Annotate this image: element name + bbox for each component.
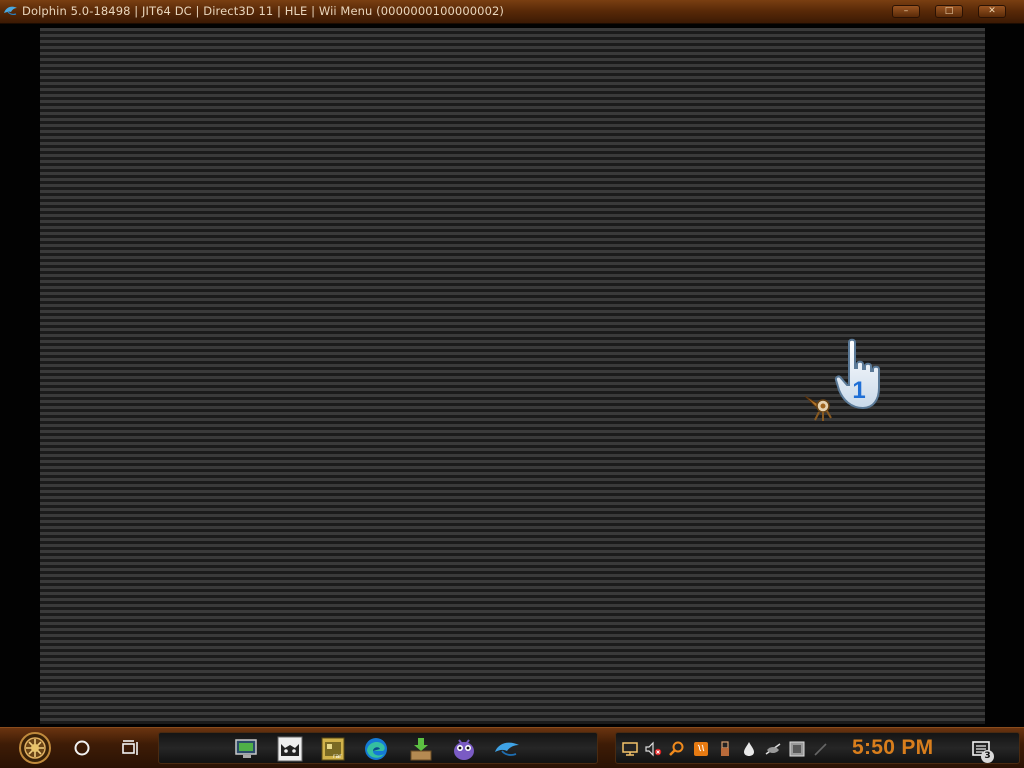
start-button[interactable]	[10, 731, 60, 765]
window-title: Dolphin 5.0-18498 | JIT64 DC | Direct3D …	[22, 4, 505, 18]
steampunk-gear-start-icon	[31, 744, 39, 752]
wii-pointer-hand-icon: 1	[834, 338, 880, 410]
pinned-apps-panel: rar	[158, 732, 598, 764]
minimize-button[interactable]: –	[892, 5, 920, 18]
winrar-app-icon[interactable]: rar	[318, 736, 348, 762]
cat-app-icon[interactable]	[275, 736, 305, 762]
minimize-icon: –	[903, 6, 909, 16]
desktop: Dolphin 5.0-18498 | JIT64 DC | Direct3D …	[0, 0, 1024, 768]
drop-icon[interactable]	[740, 741, 758, 757]
close-button[interactable]: ✕	[978, 5, 1006, 18]
task-view-icon	[122, 740, 138, 755]
search-circle-icon	[74, 740, 90, 756]
hidden-icons-icon[interactable]	[764, 741, 782, 757]
close-icon: ✕	[988, 6, 996, 16]
java-icon[interactable]	[692, 741, 710, 757]
task-view-button[interactable]	[120, 738, 140, 758]
purple-creature-app-icon[interactable]	[449, 736, 479, 762]
display-icon[interactable]	[788, 741, 806, 757]
pen-icon[interactable]	[812, 741, 830, 757]
dolphin-app-icon[interactable]	[492, 736, 522, 762]
taskbar: rar 5:50 PM 3	[0, 727, 1024, 768]
volume-muted-icon[interactable]	[644, 741, 662, 757]
edge-browser-icon[interactable]	[361, 736, 391, 762]
maximize-icon: □	[944, 6, 954, 16]
usb-icon[interactable]	[716, 741, 734, 757]
notifications-button[interactable]: 3	[970, 739, 996, 765]
pointer-player-number: 1	[852, 377, 865, 404]
download-box-app-icon[interactable]	[406, 736, 436, 762]
computer-monitor-app-icon[interactable]	[232, 736, 262, 762]
network-icon[interactable]	[621, 741, 639, 757]
dolphin-icon	[4, 6, 17, 15]
search-button[interactable]	[72, 738, 92, 758]
mouse-cursor-icon	[804, 395, 832, 421]
search-magnifier-icon[interactable]	[668, 741, 686, 757]
svg-text:rar: rar	[333, 753, 342, 760]
window-title-bar[interactable]: Dolphin 5.0-18498 | JIT64 DC | Direct3D …	[0, 0, 1024, 24]
maximize-button[interactable]: □	[935, 5, 963, 18]
taskbar-clock[interactable]: 5:50 PM	[852, 736, 933, 760]
notification-count-badge: 3	[981, 750, 994, 763]
system-tray	[615, 732, 1020, 764]
